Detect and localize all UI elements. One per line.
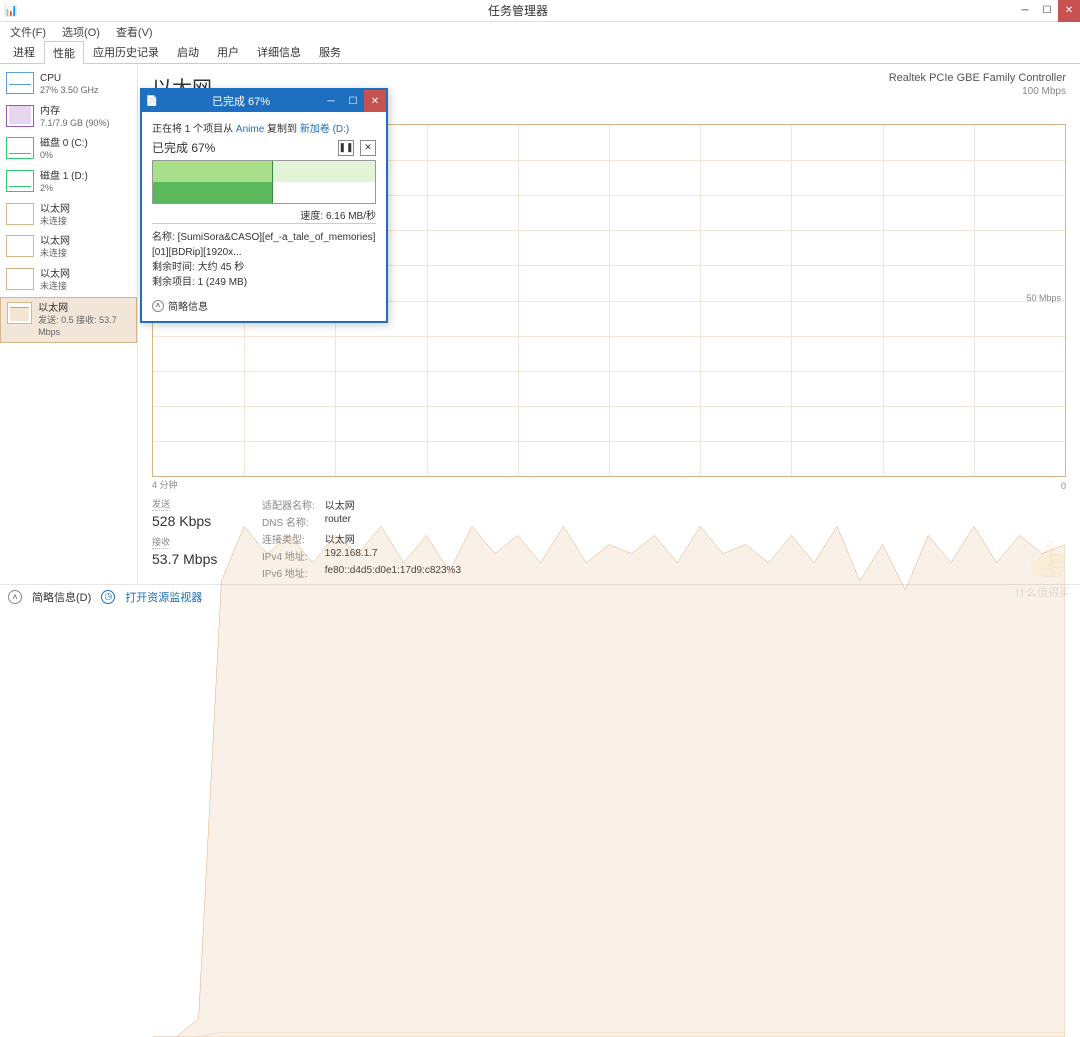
copy-dialog-titlebar[interactable]: 📄 已完成 67% ─ ☐ ✕ [142,90,386,112]
sidebar-value: 0% [40,150,88,162]
copy-src-link[interactable]: Anime [236,124,264,135]
sidebar-label: 内存 [40,105,110,118]
tab-performance[interactable]: 性能 [44,41,84,64]
sidebar-item-ethernet-2[interactable]: 以太网未连接 [0,231,137,264]
menu-file[interactable]: 文件(F) [4,22,52,42]
sidebar-label: 以太网 [40,235,70,248]
sidebar-label: 磁盘 1 (D:) [40,170,88,183]
sidebar-label: 以太网 [40,203,70,216]
copy-source-line: 正在将 1 个项目从 Anime 复制到 新加卷 (D:) [152,120,376,135]
copy-text: 复制到 [264,124,300,135]
sidebar-label: CPU [40,72,99,85]
sidebar-value: 未连接 [40,248,70,260]
adapter-name: Realtek PCIe GBE Family Controller [889,72,1066,84]
menu-options[interactable]: 选项(O) [56,22,106,42]
tab-startup[interactable]: 启动 [168,40,208,63]
disk-thumb-icon [6,137,34,159]
window-title: 任务管理器 [22,2,1014,19]
sidebar-item-cpu[interactable]: CPU27% 3.50 GHz [0,68,137,101]
sidebar-value: 7.1/7.9 GB (90%) [40,118,110,130]
y-max-label: 100 Mbps [889,86,1066,97]
sidebar-value: 未连接 [40,281,70,293]
y-mid-label: 50 Mbps [1026,293,1061,303]
file-copy-dialog[interactable]: 📄 已完成 67% ─ ☐ ✕ 正在将 1 个项目从 Anime 复制到 新加卷… [140,88,388,323]
ethernet-thumb-icon [6,268,34,290]
copy-close-button[interactable]: ✕ [364,90,386,112]
tab-services[interactable]: 服务 [310,40,350,63]
copy-text: 正在将 1 个项目从 [152,124,236,135]
ethernet-thumb-icon [6,235,34,257]
copy-minimize-button[interactable]: ─ [320,90,342,112]
resmon-icon: ◷ [101,590,115,604]
sidebar-item-disk-d[interactable]: 磁盘 1 (D:)2% [0,166,137,199]
sidebar-label: 磁盘 0 (C:) [40,137,88,150]
maximize-button[interactable]: ☐ [1036,0,1058,22]
copy-speed-graph [152,160,376,204]
sidebar-item-ethernet-1[interactable]: 以太网未连接 [0,199,137,232]
copy-dst-link[interactable]: 新加卷 (D:) [300,124,349,135]
fewer-details-toggle[interactable]: ˄ 简略信息 [152,298,376,313]
perf-sidebar: CPU27% 3.50 GHz 内存7.1/7.9 GB (90%) 磁盘 0 … [0,64,138,584]
sidebar-label: 以太网 [40,268,70,281]
close-button[interactable]: ✕ [1058,0,1080,22]
collapse-icon[interactable]: ˄ [8,590,22,604]
memory-thumb-icon [6,105,34,127]
copy-title-text: 已完成 67% [162,93,320,109]
copy-icon: 📄 [142,96,162,107]
sidebar-value: 27% 3.50 GHz [40,85,99,97]
x-right-label: 0 [1061,481,1066,491]
cancel-copy-button[interactable]: ✕ [360,140,376,156]
window-titlebar: 📊 任务管理器 ─ ☐ ✕ [0,0,1080,22]
copy-maximize-button[interactable]: ☐ [342,90,364,112]
tab-app-history[interactable]: 应用历史记录 [84,40,168,63]
cpu-thumb-icon [6,72,34,94]
tab-details[interactable]: 详细信息 [248,40,310,63]
ethernet-thumb-icon [7,302,32,324]
sidebar-label: 以太网 [38,302,130,315]
tab-users[interactable]: 用户 [208,40,248,63]
fewer-details-button[interactable]: 简略信息(D) [32,589,91,605]
disk-thumb-icon [6,170,34,192]
menubar: 文件(F) 选项(O) 查看(V) [0,22,1080,42]
sidebar-value: 发送: 0.5 接收: 53.7 Mbps [38,315,130,338]
toggle-label: 简略信息 [168,298,208,313]
minimize-button[interactable]: ─ [1014,0,1036,22]
tabbar: 进程 性能 应用历史记录 启动 用户 详细信息 服务 [0,42,1080,64]
sidebar-item-disk-c[interactable]: 磁盘 0 (C:)0% [0,133,137,166]
copy-speed-text: 速度: 6.16 MB/秒 [152,207,376,224]
pause-button[interactable]: ❚❚ [338,140,354,156]
sidebar-item-memory[interactable]: 内存7.1/7.9 GB (90%) [0,101,137,134]
menu-view[interactable]: 查看(V) [110,22,159,42]
tab-processes[interactable]: 进程 [4,40,44,63]
copy-details: 名称: [SumiSora&CASO][ef_-a_tale_of_memori… [152,230,376,290]
copy-progress-text: 已完成 67% [152,139,215,156]
ethernet-thumb-icon [6,203,34,225]
sidebar-value: 未连接 [40,216,70,228]
app-icon: 📊 [0,4,22,17]
x-left-label: 4 分钟 [152,478,178,491]
chevron-up-icon: ˄ [152,300,164,312]
sidebar-item-ethernet-3[interactable]: 以太网未连接 [0,264,137,297]
sidebar-item-ethernet-active[interactable]: 以太网发送: 0.5 接收: 53.7 Mbps [0,297,137,343]
sidebar-value: 2% [40,183,88,195]
